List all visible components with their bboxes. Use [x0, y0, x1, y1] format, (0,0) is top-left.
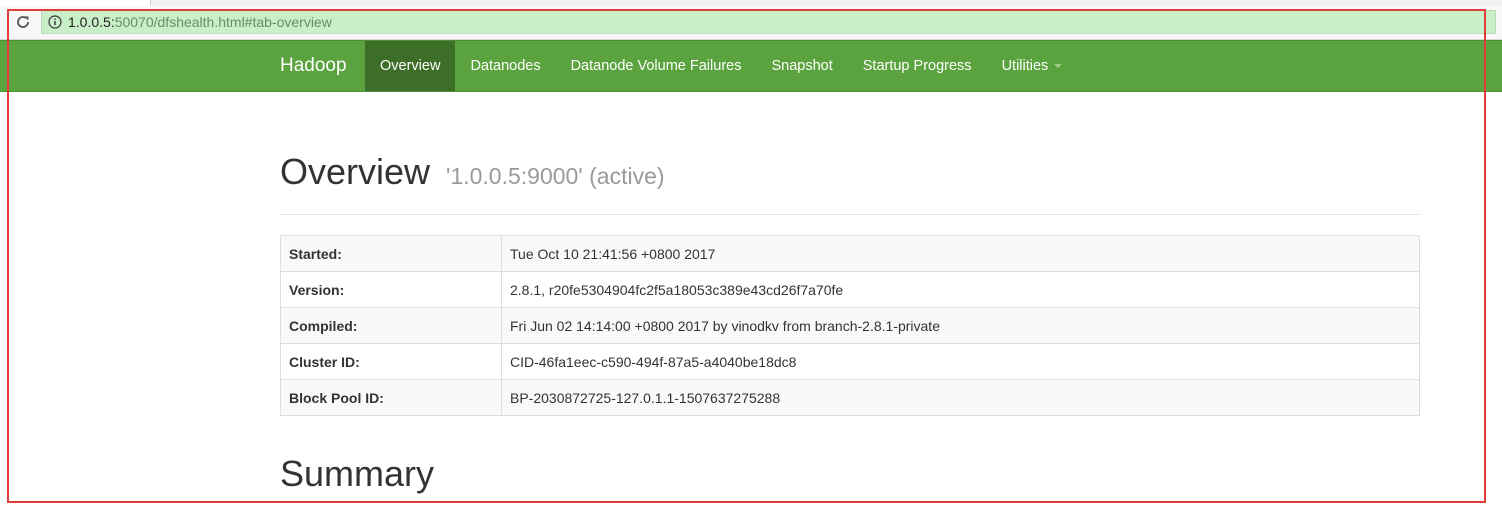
tab-datanode-volume-failures[interactable]: Datanode Volume Failures	[556, 41, 757, 91]
title-divider	[280, 214, 1420, 215]
row-value: Fri Jun 02 14:14:00 +0800 2017 by vinodk…	[501, 307, 1420, 344]
row-key: Block Pool ID:	[280, 379, 502, 416]
table-row: Compiled: Fri Jun 02 14:14:00 +0800 2017…	[280, 307, 1420, 344]
tab-datanodes[interactable]: Datanodes	[455, 41, 555, 91]
overview-table: Started: Tue Oct 10 21:41:56 +0800 2017 …	[280, 235, 1420, 416]
row-key: Compiled:	[280, 307, 502, 344]
row-key: Started:	[280, 235, 502, 272]
navbar: Hadoop Overview Datanodes Datanode Volum…	[0, 40, 1502, 92]
utilities-dropdown[interactable]: Utilities	[987, 41, 1078, 91]
row-value: 2.8.1, r20fe5304904fc2f5a18053c389e43cd2…	[501, 271, 1420, 308]
table-row: Version: 2.8.1, r20fe5304904fc2f5a18053c…	[280, 271, 1420, 308]
table-row: Block Pool ID: BP-2030872725-127.0.1.1-1…	[280, 379, 1420, 416]
nav-items: Overview Datanodes Datanode Volume Failu…	[365, 41, 1077, 91]
info-icon[interactable]	[48, 15, 62, 29]
page: 1.0.0.5:50070/dfshealth.html#tab-overvie…	[0, 0, 1502, 510]
url-path: 50070/dfshealth.html#tab-overview	[114, 14, 332, 30]
page-title-text: Overview	[280, 151, 431, 192]
address-bar[interactable]: 1.0.0.5:50070/dfshealth.html#tab-overvie…	[41, 10, 1496, 34]
utilities-label: Utilities	[1001, 58, 1049, 74]
url-text[interactable]: 1.0.0.5:50070/dfshealth.html#tab-overvie…	[68, 14, 332, 30]
page-subtitle: '1.0.0.5:9000' (active)	[446, 163, 665, 189]
tab-snapshot[interactable]: Snapshot	[756, 41, 847, 91]
row-key: Cluster ID:	[280, 343, 502, 380]
tab-overview[interactable]: Overview	[365, 41, 456, 91]
url-host: 1.0.0.5:	[68, 14, 115, 30]
brand-link[interactable]: Hadoop	[280, 41, 347, 91]
summary-title: Summary	[280, 453, 435, 494]
caret-down-icon	[1054, 64, 1063, 69]
tab-startup-progress[interactable]: Startup Progress	[848, 41, 987, 91]
browser-address-row: 1.0.0.5:50070/dfshealth.html#tab-overvie…	[0, 6, 1502, 40]
main-content: Overview '1.0.0.5:9000' (active) Started…	[280, 92, 1420, 494]
table-row: Cluster ID: CID-46fa1eec-c590-494f-87a5-…	[280, 343, 1420, 380]
row-value: Tue Oct 10 21:41:56 +0800 2017	[501, 235, 1420, 272]
page-title: Overview '1.0.0.5:9000' (active)	[280, 152, 1420, 196]
row-value: BP-2030872725-127.0.1.1-1507637275288	[501, 379, 1420, 416]
row-key: Version:	[280, 271, 502, 308]
table-row: Started: Tue Oct 10 21:41:56 +0800 2017	[280, 235, 1420, 272]
row-value: CID-46fa1eec-c590-494f-87a5-a4040be18dc8	[501, 343, 1420, 380]
reload-icon[interactable]	[14, 13, 32, 31]
